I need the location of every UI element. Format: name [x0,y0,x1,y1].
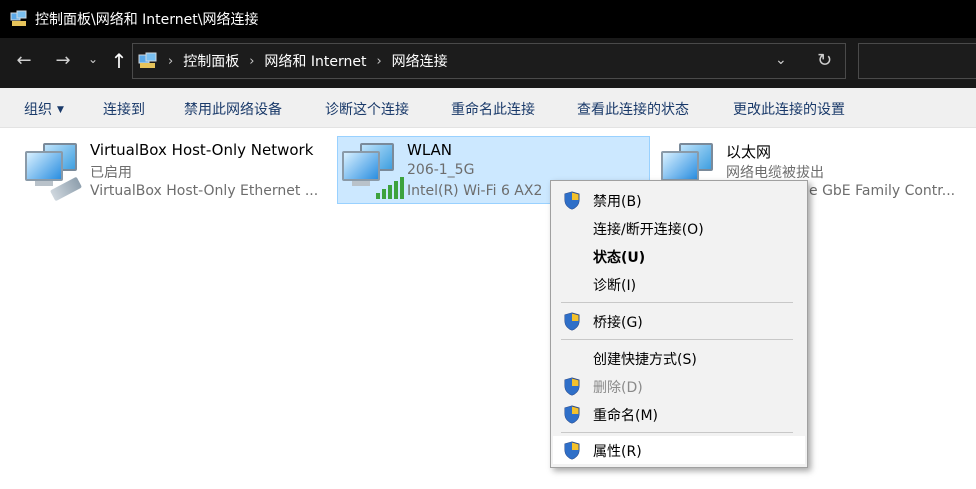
change-settings-button[interactable]: 更改此连接的设置 [733,99,845,119]
menu-separator [561,432,793,433]
menu-separator [561,339,793,340]
uac-shield-icon [563,441,581,460]
breadcrumb-separator-icon[interactable]: › [249,54,254,69]
connection-device: e GbE Family Contr... [809,183,956,199]
menu-item-status[interactable]: 状态(U) [553,242,805,270]
menu-item-rename[interactable]: 重命名(M) [553,400,805,428]
connection-name: VirtualBox Host-Only Network [90,141,314,159]
connection-name: 以太网 [726,143,772,161]
title-bar: 控制面板\网络和 Internet\网络连接 [0,0,976,38]
address-bar[interactable]: › 控制面板 › 网络和 Internet › 网络连接 ⌄ ↻ [132,43,846,79]
menu-item-connect-disconnect[interactable]: 连接/断开连接(O) [553,214,805,242]
signal-strength-icon [374,175,404,199]
connection-item-virtualbox[interactable]: VirtualBox Host-Only Network 已启用 Virtual… [21,137,331,205]
search-input[interactable] [858,43,976,79]
organize-label: 组织 [24,102,52,118]
view-status-button[interactable]: 查看此连接的状态 [577,99,689,119]
menu-item-disable[interactable]: 禁用(B) [553,186,805,214]
network-connections-icon [10,10,28,28]
ethernet-adapter-icon [25,143,85,202]
forward-arrow-icon[interactable]: → [51,50,75,71]
breadcrumb-network-connections[interactable]: 网络连接 [392,51,448,71]
dropdown-caret-icon: ▼ [57,105,64,115]
menu-item-delete: 删除(D) [553,372,805,400]
menu-item-label: 重命名(M) [593,408,659,424]
connection-device: VirtualBox Host-Only Ethernet ... [90,183,319,199]
uac-shield-icon [563,405,581,424]
breadcrumb-control-panel[interactable]: 控制面板 [183,51,239,71]
organize-menu-button[interactable]: 组织 ▼ [24,99,64,119]
menu-item-label: 创建快捷方式(S) [593,352,697,368]
address-dropdown-chevron-icon[interactable]: ⌄ [775,52,787,68]
menu-item-bridge[interactable]: 桥接(G) [553,307,805,335]
refresh-icon[interactable]: ↻ [817,50,832,71]
rename-connection-button[interactable]: 重命名此连接 [451,99,535,119]
control-panel-icon [138,52,158,70]
menu-item-label: 删除(D) [593,380,643,396]
disable-device-button[interactable]: 禁用此网络设备 [184,99,282,119]
connections-view: VirtualBox Host-Only Network 已启用 Virtual… [0,129,976,489]
connection-status: 206-1_5G [407,162,475,178]
context-menu: 禁用(B) 连接/断开连接(O) 状态(U) 诊断(I) 桥接(G) 创建快捷方… [550,180,808,468]
uac-shield-icon [563,191,581,210]
connection-device: Intel(R) Wi-Fi 6 AX2 [407,183,543,199]
connect-to-button[interactable]: 连接到 [103,99,145,119]
menu-item-properties[interactable]: 属性(R) [553,436,805,464]
menu-item-label: 桥接(G) [593,315,643,331]
menu-item-diagnose[interactable]: 诊断(I) [553,270,805,298]
uac-shield-icon [563,312,581,331]
connection-status: 已启用 [90,165,132,181]
menu-separator [561,302,793,303]
wifi-adapter-icon [342,143,404,199]
breadcrumb-separator-icon[interactable]: › [376,54,381,69]
menu-item-label: 属性(R) [593,444,642,460]
up-arrow-icon[interactable]: ↑ [108,49,130,73]
breadcrumb-separator-icon[interactable]: › [168,54,173,69]
window-title: 控制面板\网络和 Internet\网络连接 [35,12,259,28]
connection-name: WLAN [407,141,453,159]
menu-item-label: 禁用(B) [593,194,642,210]
diagnose-connection-button[interactable]: 诊断这个连接 [325,99,409,119]
menu-item-label: 状态(U) [593,250,646,266]
breadcrumb-network-internet[interactable]: 网络和 Internet [264,51,366,71]
back-arrow-icon[interactable]: ← [12,50,36,71]
menu-item-create-shortcut[interactable]: 创建快捷方式(S) [553,344,805,372]
menu-item-label: 连接/断开连接(O) [593,222,704,238]
recent-locations-chevron-icon[interactable]: ⌄ [86,52,100,66]
uac-shield-icon [563,377,581,396]
menu-item-label: 诊断(I) [593,278,637,294]
connection-status: 网络电缆被拔出 [726,165,824,181]
command-bar: 组织 ▼ 连接到 禁用此网络设备 诊断这个连接 重命名此连接 查看此连接的状态 更… [0,88,976,128]
address-row: ← → ⌄ ↑ › 控制面板 › 网络和 Internet › 网络连接 ⌄ ↻ [0,38,976,88]
